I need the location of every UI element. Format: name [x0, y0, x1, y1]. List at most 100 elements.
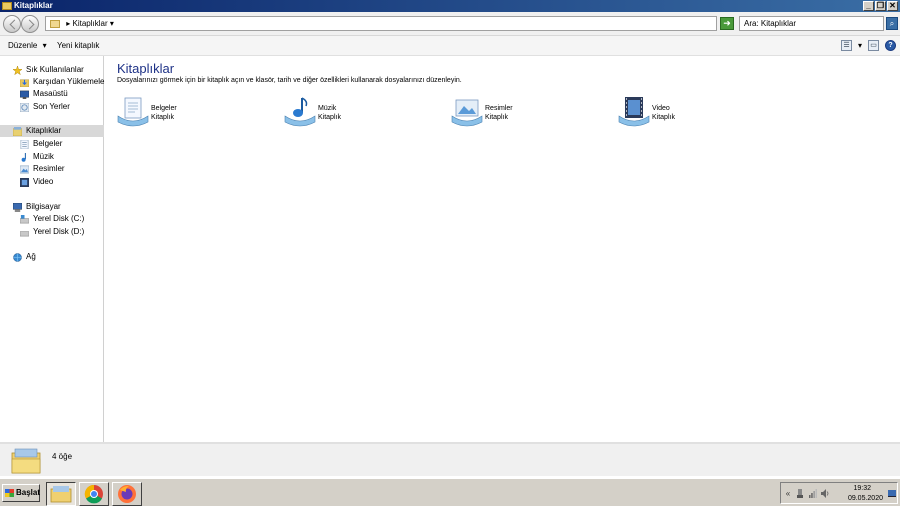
taskbar-firefox-button[interactable]	[112, 482, 142, 506]
library-name: Resimler	[485, 105, 513, 112]
page-description: Dosyalarınızı görmek için bir kitaplık a…	[117, 77, 462, 84]
path-arrow-icon[interactable]: ▸	[66, 19, 70, 28]
hard-drive-icon	[20, 231, 29, 237]
address-bar-row: ▸ Kitaplıklar ▾ ➜ Ara: Kitaplıklar ⌕	[0, 12, 900, 36]
command-bar: Düzenle ▾ Yeni kitaplık ☰ ▾ ▭ ?	[0, 36, 900, 56]
library-type: Kitaplık	[485, 114, 508, 121]
computer-icon	[13, 203, 22, 212]
sidebar-label: Resimler	[33, 164, 65, 173]
new-library-button[interactable]: Yeni kitaplık	[57, 41, 99, 51]
libraries-icon	[11, 448, 41, 474]
sidebar-item-computer[interactable]: Bilgisayar	[0, 201, 104, 213]
library-tile-music[interactable]: Müzik Kitaplık	[284, 96, 444, 130]
documents-icon	[20, 140, 29, 149]
pictures-library-icon	[451, 99, 483, 127]
library-type: Kitaplık	[151, 114, 174, 121]
taskbar: Başlat « 19:32 09.05.2020	[0, 478, 900, 506]
firefox-icon	[118, 485, 136, 503]
sidebar-item-desktop[interactable]: Masaüstü	[0, 88, 104, 100]
sidebar-item-music[interactable]: Müzik	[0, 151, 104, 163]
library-type: Kitaplık	[318, 114, 341, 121]
music-library-icon	[284, 97, 316, 127]
sidebar-label: Sık Kullanılanlar	[26, 65, 84, 74]
navigation-pane: Sık Kullanılanlar Karşıdan Yüklemeler Ma…	[0, 56, 108, 442]
show-desktop-icon[interactable]	[888, 489, 896, 498]
sidebar-label: Yerel Disk (D:)	[33, 227, 85, 236]
library-tile-documents[interactable]: Belgeler Kitaplık	[117, 96, 277, 130]
back-button[interactable]	[3, 15, 21, 33]
sidebar-item-libraries[interactable]: Kitaplıklar	[0, 125, 104, 137]
downloads-folder-icon	[20, 79, 29, 87]
star-icon	[13, 66, 22, 75]
minimize-button[interactable]: _	[863, 1, 874, 11]
window-title-bar[interactable]: Kitaplıklar _ ❐ ✕	[0, 0, 900, 12]
library-tile-pictures[interactable]: Resimler Kitaplık	[451, 96, 611, 130]
video-library-icon	[618, 97, 650, 127]
start-label: Başlat	[16, 488, 41, 497]
library-name: Video	[652, 105, 670, 112]
clock-time[interactable]: 19:32	[853, 485, 871, 492]
sidebar-item-video[interactable]: Video	[0, 176, 104, 188]
sidebar-label: Karşıdan Yüklemeler	[33, 77, 108, 86]
sidebar-label: Kitaplıklar	[26, 126, 62, 135]
sidebar-item-downloads[interactable]: Karşıdan Yüklemeler	[0, 76, 108, 88]
go-button[interactable]: ➜	[720, 17, 734, 30]
sidebar-item-drive-d[interactable]: Yerel Disk (D:)	[0, 226, 104, 238]
chrome-icon	[84, 484, 103, 504]
search-input[interactable]: Ara: Kitaplıklar	[739, 16, 884, 31]
system-tray: « 19:32 09.05.2020	[780, 482, 898, 504]
music-icon	[21, 153, 26, 162]
clock-date[interactable]: 09.05.2020	[848, 495, 883, 502]
item-count: 4 öğe	[52, 452, 73, 461]
video-icon	[20, 178, 29, 187]
sidebar-label: Ağ	[26, 252, 36, 261]
library-name: Belgeler	[151, 105, 177, 112]
volume-icon[interactable]	[821, 489, 829, 498]
pictures-icon	[20, 165, 29, 174]
sidebar-item-drive-c[interactable]: Yerel Disk (C:)	[0, 213, 104, 225]
windows-drive-icon	[20, 215, 29, 224]
taskbar-chrome-button[interactable]	[79, 482, 109, 506]
library-folder-icon	[2, 2, 12, 10]
library-type: Kitaplık	[652, 114, 675, 121]
documents-library-icon	[117, 97, 149, 127]
forward-button[interactable]	[21, 15, 39, 33]
breadcrumb-libraries[interactable]: Kitaplıklar	[72, 19, 107, 28]
restore-button[interactable]: ❐	[875, 1, 886, 11]
sidebar-label: Video	[33, 177, 54, 186]
organize-button[interactable]: Düzenle ▾	[8, 41, 47, 51]
library-name: Müzik	[318, 105, 337, 112]
address-input[interactable]: ▸ Kitaplıklar ▾	[45, 16, 717, 31]
taskbar-explorer-button[interactable]	[46, 482, 76, 506]
windows-logo-icon	[5, 489, 14, 497]
usb-device-icon[interactable]	[796, 489, 804, 498]
library-tile-video[interactable]: Video Kitaplık	[618, 96, 778, 130]
view-options-chevron-icon[interactable]: ▾	[858, 41, 862, 50]
library-folder-icon	[50, 19, 60, 28]
details-pane: 4 öğe	[0, 442, 900, 476]
sidebar-item-documents[interactable]: Belgeler	[0, 138, 104, 150]
organize-label: Düzenle	[8, 41, 38, 50]
libraries-icon	[13, 127, 22, 136]
window-controls: _ ❐ ✕	[863, 1, 898, 11]
sidebar-item-pictures[interactable]: Resimler	[0, 163, 104, 175]
show-hidden-icons-icon[interactable]: «	[784, 489, 792, 498]
breadcrumb-dropdown-icon[interactable]: ▾	[110, 19, 114, 28]
sidebar-label: Son Yerler	[33, 102, 70, 111]
network-signal-icon[interactable]	[809, 489, 817, 498]
search-icon[interactable]: ⌕	[886, 17, 898, 30]
library-content-pane: Kitaplıklar Dosyalarınızı görmek için bi…	[105, 56, 900, 442]
sidebar-item-favorites[interactable]: Sık Kullanılanlar	[0, 64, 104, 76]
window-title: Kitaplıklar	[14, 1, 53, 10]
sidebar-item-recent[interactable]: Son Yerler	[0, 101, 104, 113]
close-button[interactable]: ✕	[887, 1, 898, 11]
explorer-folder-icon	[50, 486, 72, 503]
preview-pane-icon[interactable]: ▭	[868, 40, 879, 51]
change-view-icon[interactable]: ☰	[840, 40, 852, 51]
page-title: Kitaplıklar	[117, 61, 175, 76]
sidebar-label: Bilgisayar	[26, 202, 61, 211]
desktop-icon	[20, 90, 29, 99]
help-icon[interactable]: ?	[885, 40, 896, 51]
start-button[interactable]: Başlat	[2, 484, 40, 502]
sidebar-item-network[interactable]: Ağ	[0, 251, 104, 263]
